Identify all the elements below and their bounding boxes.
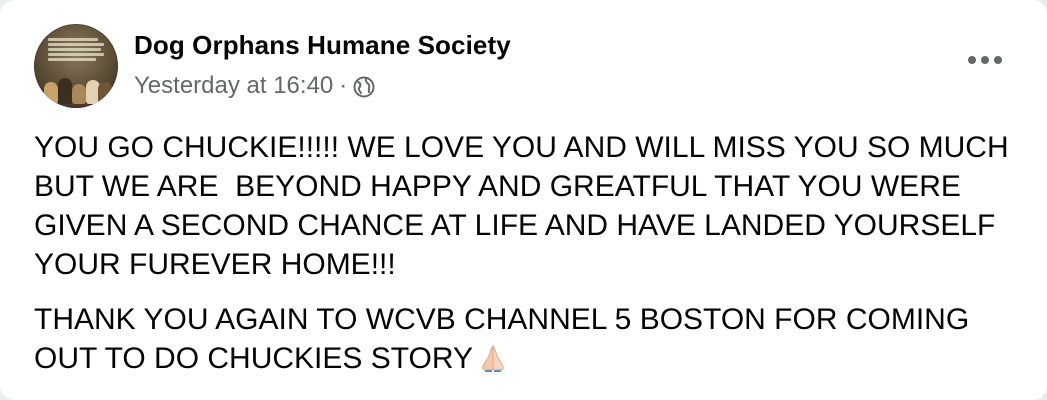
- post-paragraph-2: THANK YOU AGAIN TO WCVB CHANNEL 5 BOSTON…: [34, 300, 1009, 378]
- avatar-dogs: [34, 68, 118, 108]
- page-name-link[interactable]: Dog Orphans Humane Society: [134, 30, 511, 61]
- post-text: YOU GO CHUCKIE!!!!! WE LOVE YOU AND WILL…: [34, 128, 1009, 394]
- post-card: Dog Orphans Humane Society Yesterday at …: [0, 0, 1047, 400]
- post-timestamp-link[interactable]: Yesterday at 16:40: [134, 72, 333, 100]
- post-meta: Yesterday at 16:40 ·: [134, 72, 375, 100]
- meta-separator: ·: [339, 72, 348, 99]
- avatar-caption-lines: [48, 38, 104, 66]
- page-avatar[interactable]: [34, 24, 118, 108]
- globe-icon[interactable]: [353, 76, 375, 98]
- post-paragraph-1: YOU GO CHUCKIE!!!!! WE LOVE YOU AND WILL…: [34, 131, 1017, 281]
- post-header: Dog Orphans Humane Society Yesterday at …: [34, 24, 1007, 112]
- more-options-icon[interactable]: [963, 48, 1007, 72]
- folded-hands-emoji-icon: [477, 342, 509, 374]
